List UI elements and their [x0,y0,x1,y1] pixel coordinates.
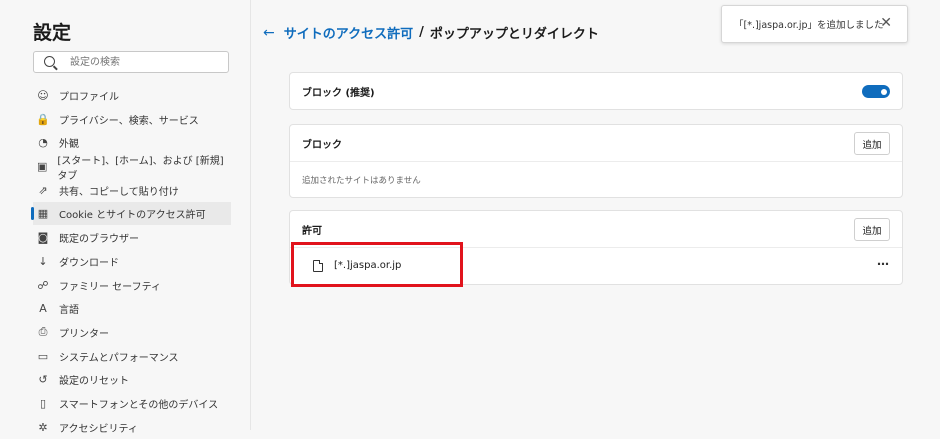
sidebar-item[interactable]: ▭ システムとパフォーマンス [33,345,231,368]
settings-sidebar: 設定 ☺ プロファイル 🔒 プライバシー、検索、サービス ◔ 外観 ▣ [スタート]、[ホーム… [0,0,251,435]
block-section-label: ブロック [302,139,342,151]
sidebar-item[interactable]: ✲ アクセシビリティ [33,416,231,439]
allow-section-label: 許可 [302,225,322,237]
sidebar-item[interactable]: ↺ 設定のリセット [33,368,231,391]
sidebar-item-label: 既定のブラウザー [59,234,139,246]
sidebar-item[interactable]: ◙ 既定のブラウザー [33,226,231,249]
block-recommended-row: ブロック (推奨) [290,73,902,109]
sidebar-item-label: [スタート]、[ホーム]、および [新規] タブ [57,155,224,182]
toast-message: 「[*.]jaspa.or.jp」を追加しました [734,20,884,31]
breadcrumb-parent-link[interactable]: サイトのアクセス許可 [284,23,413,42]
printer-icon: ⎙ [38,325,48,339]
sidebar-item-label: ダウンロード [59,257,119,269]
family-icon: ☍ [37,278,49,292]
main-content: ← サイトのアクセス許可 / ポップアップとリダイレクト 「[*.]jaspa.… [251,0,940,430]
sidebar-item[interactable]: ▯ スマートフォンとその他のデバイス [33,392,231,415]
settings-search-box[interactable] [33,51,229,73]
block-card: ブロック 追加 追加されたサイトはありません [289,124,903,198]
sidebar-item[interactable]: 🔒 プライバシー、検索、サービス [33,108,231,131]
sidebar-item[interactable]: ↓ ダウンロード [33,250,231,273]
breadcrumb-separator: / [419,25,424,40]
settings-search-input[interactable] [70,54,220,70]
sidebar-item-label: システムとパフォーマンス [59,352,179,364]
page-title: ポップアップとリダイレクト [429,27,599,42]
download-icon: ↓ [38,254,48,268]
block-empty-text: 追加されたサイトはありません [302,175,421,186]
sidebar-item[interactable]: ⇗ 共有、コピーして貼り付け [33,179,231,202]
sidebar-item-label: 言語 [59,305,79,317]
block-recommended-toggle[interactable] [862,85,890,98]
lock-icon: 🔒 [36,112,50,126]
block-recommended-label: ブロック (推奨) [302,87,375,99]
block-empty-row: 追加されたサイトはありません [290,161,902,197]
breadcrumb: ← サイトのアクセス許可 / ポップアップとリダイレクト [263,23,599,43]
phone-icon: ▯ [39,396,47,410]
sidebar-item-label: プリンター [59,328,109,340]
search-icon [44,56,55,67]
sidebar-item-label: 共有、コピーして貼り付け [59,186,179,198]
sidebar-item[interactable]: ▦ Cookie とサイトのアクセス許可 [31,202,231,226]
back-arrow-icon[interactable]: ← [263,25,275,41]
more-options-icon[interactable]: ⋯ [877,257,890,271]
share-icon: ⇗ [38,183,48,197]
accessibility-icon: ✲ [38,420,48,434]
system-icon: ▭ [37,349,49,363]
sidebar-item-label: 設定のリセット [59,376,129,388]
sidebar-item[interactable]: ▣ [スタート]、[ホーム]、および [新規] タブ [33,155,231,182]
notification-toast: 「[*.]jaspa.or.jp」を追加しました ✕ [721,5,908,43]
sidebar-item-label: Cookie とサイトのアクセス許可 [59,210,206,222]
sidebar-item-label: 外観 [59,139,79,151]
home-tabs-icon: ▣ [36,160,48,174]
default-browser-icon: ◙ [37,231,49,245]
sidebar-item-label: プロファイル [59,92,119,103]
sidebar-item[interactable]: A 言語 [33,297,231,320]
sidebar-item[interactable]: ⎙ プリンター [33,321,231,344]
sidebar-item-label: アクセシビリティ [59,423,138,435]
sidebar-item-label: プライバシー、検索、サービス [59,115,199,127]
block-add-button[interactable]: 追加 [854,132,890,155]
highlight-box [291,242,463,287]
block-header-row: ブロック 追加 [290,125,902,161]
sidebar-item[interactable]: ☺ プロファイル [33,84,231,107]
allow-add-button[interactable]: 追加 [854,218,890,241]
close-icon[interactable]: ✕ [880,15,892,31]
reset-icon: ↺ [38,373,48,387]
sidebar-item-label: スマートフォンとその他のデバイス [59,399,219,411]
settings-title: 設定 [33,22,72,44]
sidebar-item[interactable]: ☍ ファミリー セーフティ [33,274,231,297]
settings-nav: ☺ プロファイル 🔒 プライバシー、検索、サービス ◔ 外観 ▣ [スタート]、[ホーム]、お… [31,84,231,439]
profile-icon: ☺ [37,89,49,102]
sidebar-item-label: ファミリー セーフティ [59,281,161,293]
block-recommended-card: ブロック (推奨) [289,72,903,110]
language-icon: A [39,302,47,316]
appearance-icon: ◔ [38,136,48,150]
cookie-permissions-icon: ▦ [37,207,49,221]
